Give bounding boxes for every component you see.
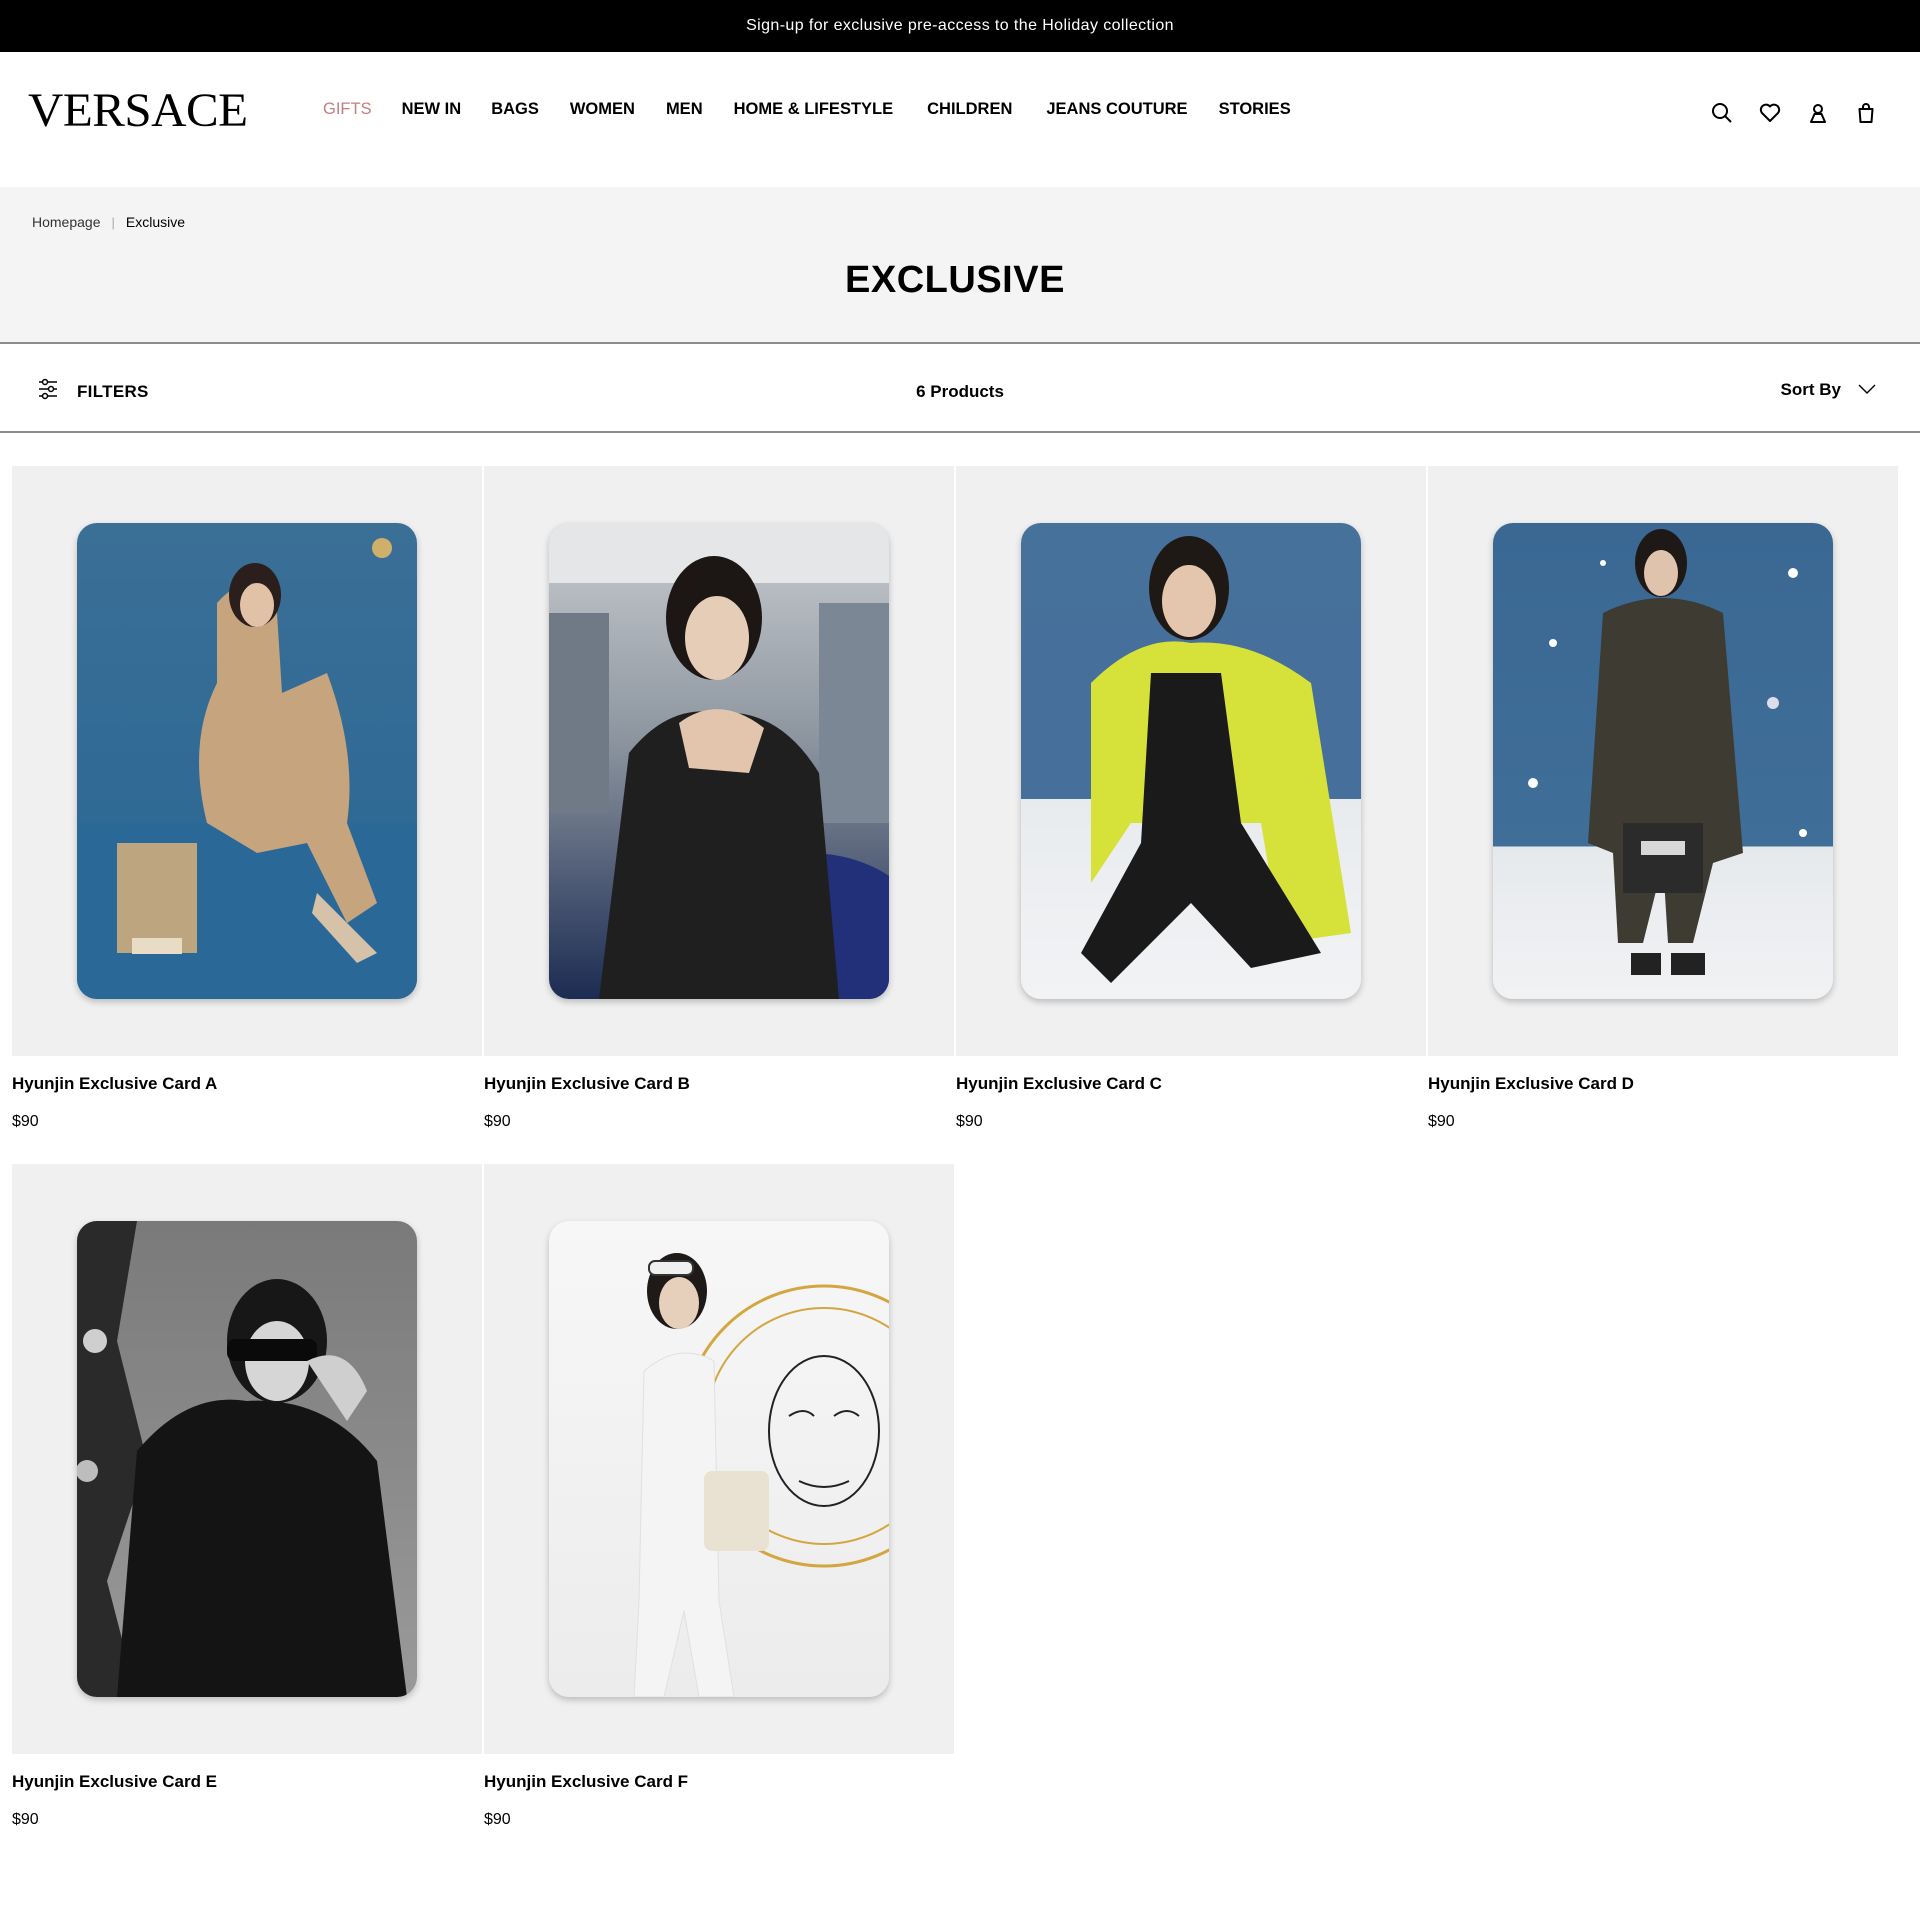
nav-item-new-in[interactable]: NEW IN	[402, 100, 462, 119]
product-name[interactable]: Hyunjin Exclusive Card C	[956, 1074, 1426, 1094]
nav-item-bags[interactable]: BAGS	[491, 100, 539, 119]
product-price: $90	[484, 1113, 511, 1130]
product-name[interactable]: Hyunjin Exclusive Card F	[484, 1772, 954, 1792]
versace-logo[interactable]: VERSACE	[28, 83, 248, 138]
search-icon[interactable]	[1698, 98, 1746, 128]
product-image-tile[interactable]	[484, 466, 954, 1056]
product-photo	[77, 1221, 417, 1697]
product-photo	[1493, 523, 1833, 999]
product-price: $90	[1428, 1113, 1455, 1130]
sort-by-dropdown[interactable]: Sort By	[1781, 380, 1876, 400]
product-price: $90	[484, 1811, 511, 1828]
page-title: EXCLUSIVE	[845, 259, 1065, 301]
breadcrumb-current: Exclusive	[125, 214, 186, 230]
product-grid: Hyunjin Exclusive Card A $90 Hyunjin Exc…	[12, 466, 1900, 1862]
chevron-down-icon	[1858, 381, 1876, 399]
sort-by-label: Sort By	[1780, 380, 1841, 399]
account-icon[interactable]	[1794, 98, 1842, 128]
product-price: $90	[12, 1113, 39, 1130]
product-price: $90	[12, 1811, 39, 1828]
product-image-tile[interactable]	[12, 466, 482, 1056]
product-image-tile[interactable]	[1428, 466, 1898, 1056]
breadcrumb-homepage-link[interactable]: Homepage	[32, 214, 101, 230]
nav-item-stories[interactable]: STORIES	[1219, 100, 1291, 119]
breadcrumb: Homepage | Exclusive	[32, 214, 185, 230]
product-count: 6 Products	[916, 382, 1004, 401]
product-name[interactable]: Hyunjin Exclusive Card A	[12, 1074, 482, 1094]
product-price: $90	[956, 1113, 983, 1130]
product-name[interactable]: Hyunjin Exclusive Card B	[484, 1074, 954, 1094]
nav-item-home-lifestyle[interactable]: HOME & LIFESTYLE	[734, 100, 894, 119]
nav-item-children[interactable]: CHILDREN	[927, 100, 1012, 119]
nav-item-gifts[interactable]: GIFTS	[323, 100, 372, 119]
main-nav: GIFTS NEW IN BAGS WOMEN MEN HOME & LIFES…	[323, 100, 1291, 119]
product-card[interactable]: Hyunjin Exclusive Card F $90	[484, 1164, 954, 1862]
product-image-tile[interactable]	[12, 1164, 482, 1754]
shopping-bag-icon[interactable]	[1842, 98, 1890, 128]
product-card[interactable]: Hyunjin Exclusive Card E $90	[12, 1164, 482, 1862]
announcement-text[interactable]: Sign-up for exclusive pre-access to the …	[746, 17, 1174, 35]
breadcrumb-separator: |	[111, 214, 115, 230]
product-card[interactable]: Hyunjin Exclusive Card A $90	[12, 466, 482, 1164]
product-name[interactable]: Hyunjin Exclusive Card E	[12, 1772, 482, 1792]
product-photo	[549, 1221, 889, 1697]
product-photo	[77, 523, 417, 999]
category-hero: Homepage | Exclusive EXCLUSIVE	[0, 187, 1920, 344]
product-card[interactable]: Hyunjin Exclusive Card B $90	[484, 466, 954, 1164]
nav-item-women[interactable]: WOMEN	[570, 100, 635, 119]
product-card[interactable]: Hyunjin Exclusive Card C $90	[956, 466, 1426, 1164]
product-photo	[1021, 523, 1361, 999]
product-card[interactable]: Hyunjin Exclusive Card D $90	[1428, 466, 1898, 1164]
nav-item-jeans-couture[interactable]: JEANS COUTURE	[1046, 100, 1187, 119]
wishlist-heart-icon[interactable]	[1746, 98, 1794, 128]
announcement-bar[interactable]: Sign-up for exclusive pre-access to the …	[0, 0, 1920, 52]
product-photo	[549, 523, 889, 999]
listing-toolbar: FILTERS 6 Products Sort By	[0, 344, 1920, 433]
product-name[interactable]: Hyunjin Exclusive Card D	[1428, 1074, 1898, 1094]
nav-item-men[interactable]: MEN	[666, 100, 703, 119]
product-image-tile[interactable]	[956, 466, 1426, 1056]
site-header: VERSACE GIFTS NEW IN BAGS WOMEN MEN HOME…	[0, 52, 1920, 187]
product-image-tile[interactable]	[484, 1164, 954, 1754]
header-actions	[1698, 98, 1890, 128]
